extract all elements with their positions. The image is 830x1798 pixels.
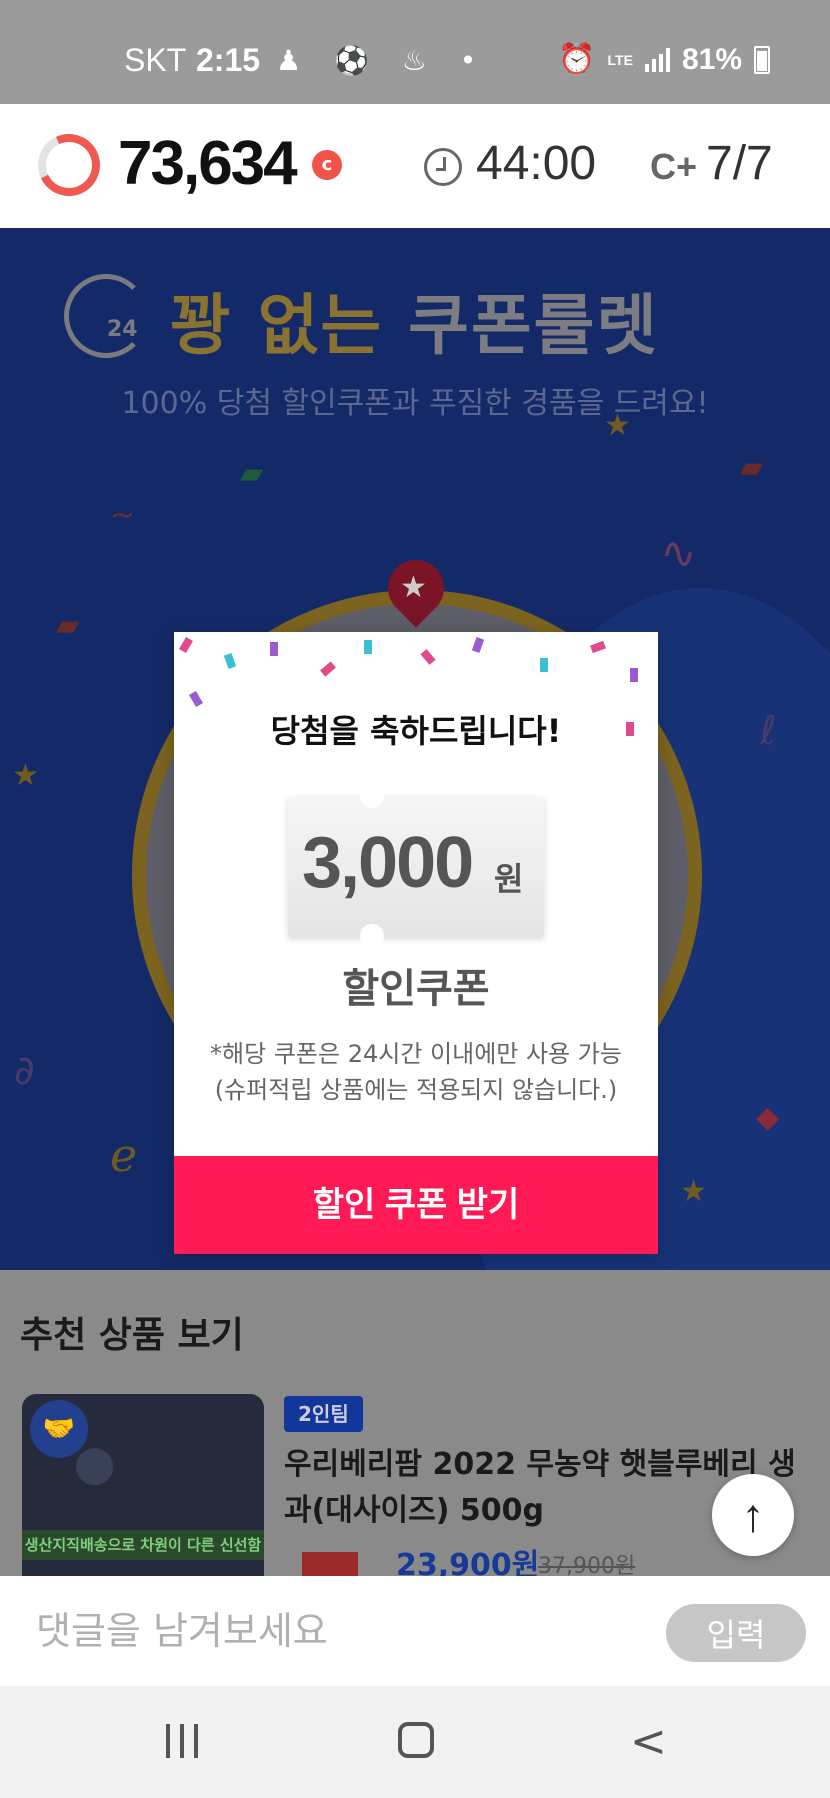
chance-count: 7/7 — [706, 137, 773, 190]
modal-confetti — [270, 642, 278, 656]
thumb-caption: 생산지직배송으로 차원이 다른 신선함 — [22, 1530, 264, 1560]
modal-confetti — [364, 640, 372, 654]
system-nav-bar: < — [0, 1686, 830, 1798]
battery-percent: 81% — [681, 42, 742, 76]
confetti-star: ★ — [680, 1174, 707, 1209]
status-time: 2:15 — [196, 42, 261, 78]
team-badge: 2인팀 — [284, 1396, 363, 1432]
points-ring-icon — [29, 125, 109, 205]
confetti-piece: ▰ — [56, 608, 80, 643]
confetti-star: ★ — [604, 408, 631, 443]
banner-title-part1: 꽝 없는 — [170, 287, 384, 364]
modal-confetti — [189, 690, 203, 708]
confetti-swirl: ℓ — [760, 708, 777, 754]
home-icon[interactable] — [398, 1722, 434, 1758]
coupon-note: *해당 쿠폰은 24시간 이내에만 사용 가능 (슈퍼적립 상품에는 적용되지 … — [174, 1036, 658, 1108]
modal-confetti — [471, 637, 485, 653]
modal-confetti — [179, 636, 193, 654]
product-thumbnail[interactable]: 🤝 생산지직배송으로 차원이 다른 신선함 — [22, 1394, 264, 1576]
section-heading: 추천 상품 보기 — [20, 1315, 244, 1356]
comment-input[interactable] — [36, 1602, 636, 1660]
confetti-swirl: ∂ — [14, 1048, 35, 1094]
banner-subtitle: 100% 당첨 할인쿠폰과 푸짐한 경품을 드려요! — [121, 386, 709, 421]
get-coupon-button[interactable]: 할인 쿠폰 받기 — [174, 1156, 658, 1254]
coin-plus-icon: C+ — [650, 146, 698, 187]
coupon-currency: 원 — [494, 860, 524, 898]
modal-headline: 당첨을 축하드립니다! — [270, 712, 562, 750]
coupon-amount: 3,000 — [302, 823, 474, 903]
confetti-piece: ▰ — [740, 450, 764, 485]
recent-apps-icon[interactable] — [166, 1724, 198, 1758]
banner-title: 꽝 없는 쿠폰룰렛 — [170, 272, 659, 368]
coupon-note-line2: (슈퍼적립 상품에는 적용되지 않습니다.) — [214, 1076, 618, 1104]
back-icon[interactable]: < — [630, 1716, 667, 1767]
modal-confetti — [540, 658, 548, 672]
clock24-label: 24 — [107, 317, 138, 342]
confetti-piece: ▰ — [240, 456, 264, 491]
coupon-type: 할인쿠폰 — [342, 966, 490, 1012]
coupon-note-line1: *해당 쿠폰은 24시간 이내에만 사용 가능 — [210, 1040, 622, 1068]
star-icon: ★ — [400, 570, 427, 605]
points-value: 73,634 — [118, 129, 298, 198]
status-right: ⏰ LTE 81% — [558, 42, 770, 77]
battery-icon — [754, 45, 770, 74]
alarm-icon: ⏰ — [558, 43, 596, 76]
modal-confetti — [630, 668, 638, 682]
win-modal: 당첨을 축하드립니다! 3,000 원 할인쿠폰 *해당 쿠폰은 24시간 이내… — [174, 632, 658, 1254]
status-bar: SKT 2:15 ♟ ⚽ ♨ • ⏰ LTE 81% — [0, 0, 830, 104]
modal-confetti — [320, 661, 336, 677]
coupon-ticket: 3,000 원 — [288, 784, 544, 948]
timer-value: 44:00 — [476, 137, 597, 190]
app-header: 73,634 c 44:00 C+ 7/7 — [0, 104, 830, 228]
24h-clock-icon: 24 — [64, 274, 148, 358]
notification-icons: ♟ ⚽ ♨ • — [276, 44, 489, 77]
recommended-section: 추천 상품 보기 🤝 생산지직배송으로 차원이 다른 신선함 2인팀 우리베리팜… — [0, 1270, 830, 1583]
modal-confetti — [420, 649, 436, 665]
lte-icon: LTE — [607, 51, 633, 68]
signal-icon — [644, 47, 670, 72]
arrow-up-icon: ↑ — [741, 1489, 765, 1541]
carrier-label: SKT — [124, 42, 187, 78]
confetti-swirl: ∿ — [660, 528, 697, 579]
confetti-star: ★ — [12, 758, 39, 793]
submit-comment-button[interactable]: 입력 — [666, 1604, 806, 1662]
modal-confetti — [590, 640, 606, 654]
modal-confetti — [223, 653, 237, 669]
comment-bar: 입력 — [0, 1576, 830, 1686]
scroll-top-button[interactable]: ↑ — [712, 1474, 794, 1556]
confetti-swirl: ~ — [110, 498, 136, 533]
clock-icon — [424, 148, 462, 186]
confetti-swirl: ℯ — [110, 1128, 138, 1182]
confetti-piece: ◆ — [756, 1100, 780, 1135]
handshake-icon: 🤝 — [30, 1400, 88, 1458]
banner-title-part2: 쿠폰룰렛 — [408, 287, 660, 364]
coin-icon: c — [312, 150, 342, 180]
